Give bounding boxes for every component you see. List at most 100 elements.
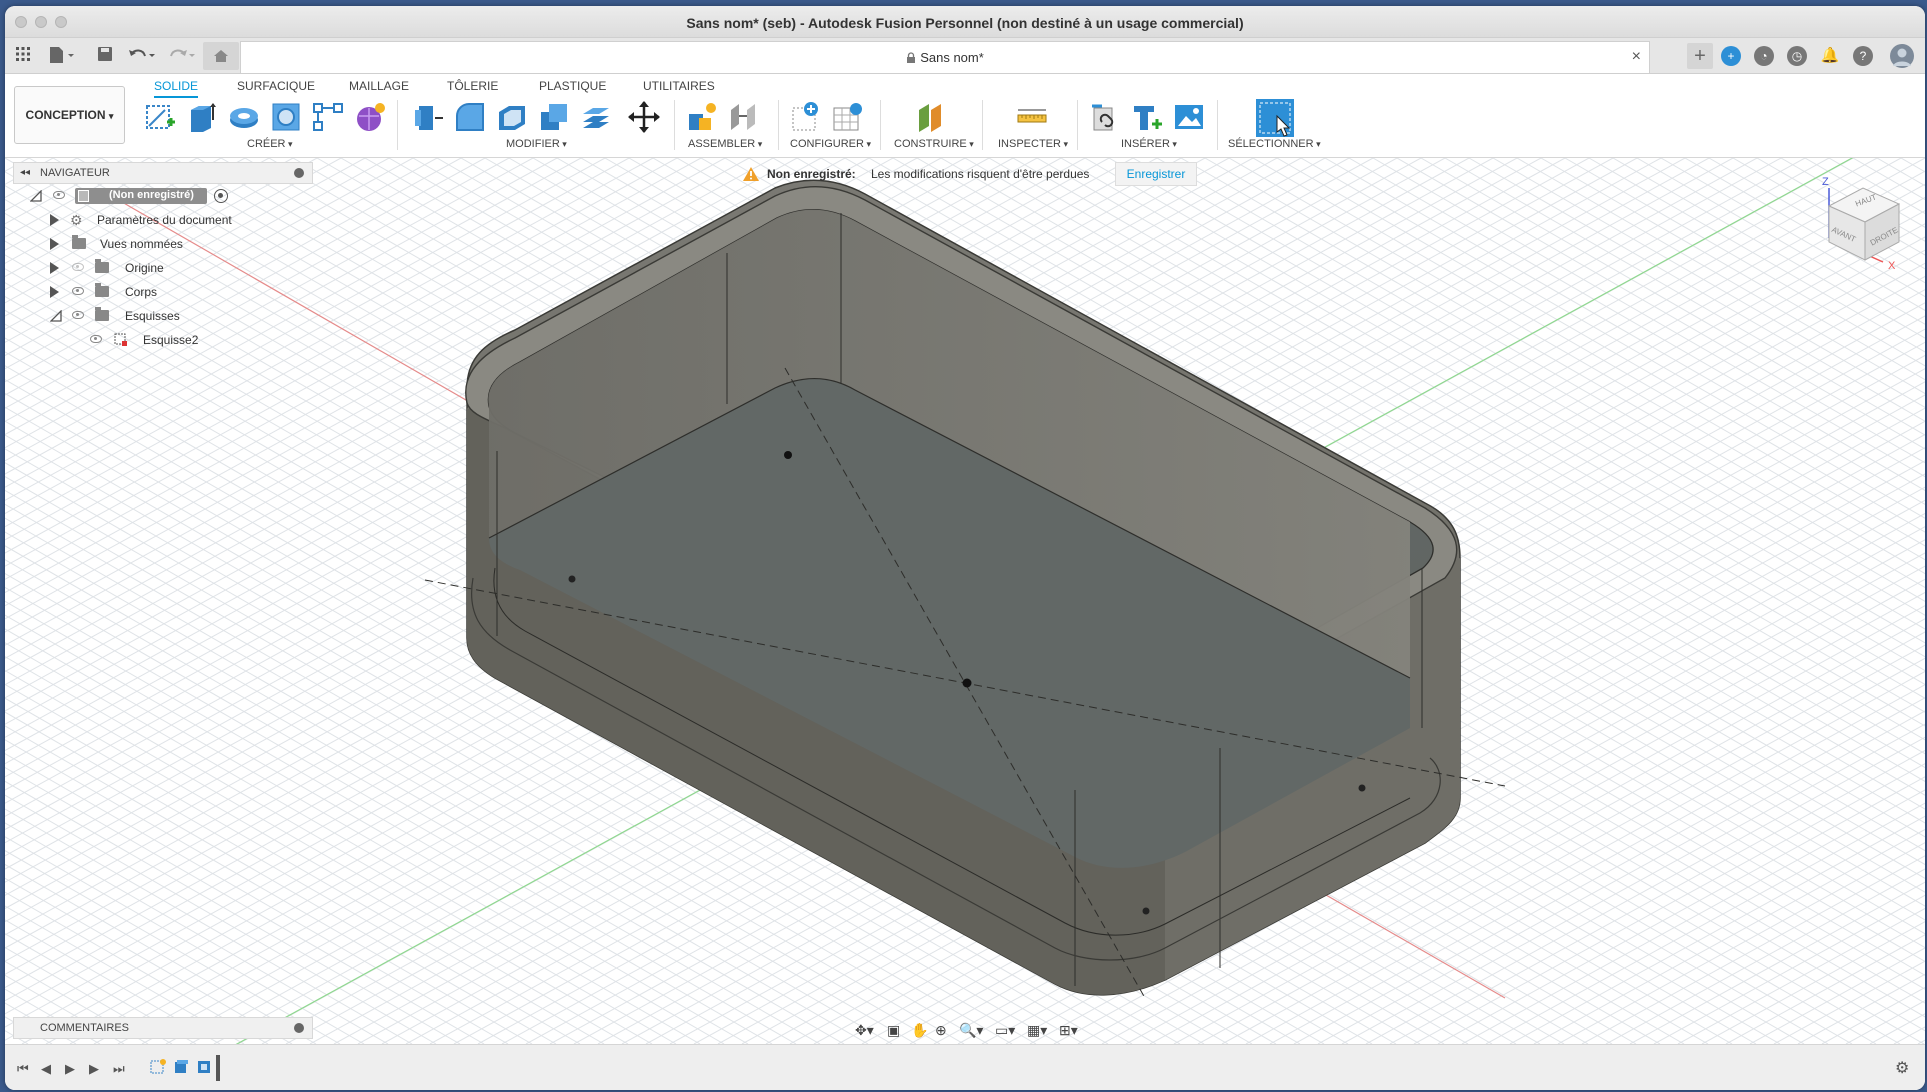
navigator-header[interactable]: ◂◂ NAVIGATEUR: [13, 162, 313, 184]
save-icon[interactable]: [95, 46, 115, 66]
group-construire[interactable]: CONSTRUIRE: [894, 138, 974, 150]
tree-item-document-settings[interactable]: ⚙ Paramètres du document: [13, 208, 313, 232]
collapse-icon[interactable]: [49, 309, 62, 322]
box-body[interactable]: [424, 179, 1506, 999]
group-inspecter[interactable]: INSPECTER: [998, 138, 1068, 150]
insert-derive-icon[interactable]: [1088, 100, 1122, 134]
timeline-shell-icon[interactable]: [196, 1059, 212, 1075]
display-settings-icon[interactable]: ▭▾: [995, 1022, 1015, 1039]
activate-component-icon[interactable]: [214, 189, 228, 203]
tree-item-bodies[interactable]: Corps: [13, 280, 313, 304]
document-tab[interactable]: Sans nom* ×: [240, 41, 1650, 73]
help-icon[interactable]: ?: [1853, 46, 1873, 66]
visibility-icon[interactable]: [72, 311, 84, 319]
redo-icon[interactable]: [165, 46, 199, 66]
tree-item-sketch2[interactable]: Esquisse2: [13, 328, 313, 352]
tab-tolerie[interactable]: TÔLERIE: [447, 79, 498, 93]
group-configurer[interactable]: CONFIGURER: [790, 138, 871, 150]
save-now-button[interactable]: Enregistrer: [1115, 162, 1197, 186]
new-component-icon[interactable]: [685, 100, 719, 134]
tab-surfacique[interactable]: SURFACIQUE: [237, 79, 315, 93]
expand-icon[interactable]: [50, 214, 59, 226]
insert-canvas-icon[interactable]: [1172, 100, 1206, 134]
group-modifier[interactable]: MODIFIER: [506, 138, 567, 150]
step-forward-icon[interactable]: ▶: [89, 1061, 99, 1077]
create-form-icon[interactable]: [353, 100, 387, 134]
tree-item-named-views[interactable]: Vues nommées: [13, 232, 313, 256]
joint-icon[interactable]: [727, 100, 761, 134]
expand-icon[interactable]: [50, 238, 59, 250]
group-inserer[interactable]: INSÉRER: [1121, 138, 1177, 150]
measure-icon[interactable]: [1015, 100, 1049, 134]
timeline-sketch-icon[interactable]: [150, 1059, 166, 1075]
file-menu-icon[interactable]: [47, 46, 77, 66]
look-at-icon[interactable]: ▣: [887, 1022, 900, 1039]
shell-icon[interactable]: [495, 100, 529, 134]
app-grid-icon[interactable]: [13, 46, 33, 66]
expand-icon[interactable]: [50, 286, 59, 298]
collapse-navigator-icon[interactable]: ◂◂: [20, 163, 30, 183]
tab-solide[interactable]: SOLIDE: [154, 79, 199, 98]
zoom-icon[interactable]: ⊕: [935, 1022, 947, 1039]
configure-icon[interactable]: [789, 100, 823, 134]
tree-item-sketches[interactable]: Esquisses: [13, 304, 313, 328]
home-icon[interactable]: [203, 42, 239, 70]
play-icon[interactable]: ▶: [65, 1061, 75, 1077]
tab-plastique[interactable]: PLASTIQUE: [539, 79, 606, 93]
offset-plane-icon[interactable]: [915, 100, 949, 134]
select-icon[interactable]: [1255, 98, 1295, 138]
canvas-viewport[interactable]: ◂◂ NAVIGATEUR (Non enregistré) ⚙ Paramèt…: [5, 158, 1925, 1044]
hidden-eye-icon[interactable]: [72, 263, 84, 271]
expand-icon[interactable]: [50, 262, 59, 274]
group-creer[interactable]: CRÉER: [247, 138, 293, 150]
notification-bell-icon[interactable]: 🔔: [1820, 46, 1840, 66]
timeline-settings-gear-icon[interactable]: ⚙: [1895, 1058, 1909, 1078]
tree-item-origin[interactable]: Origine: [13, 256, 313, 280]
configuration-table-icon[interactable]: [831, 100, 865, 134]
step-back-icon[interactable]: ◀: [41, 1061, 51, 1077]
extrude-icon[interactable]: [185, 100, 219, 134]
visibility-root-icon[interactable]: [53, 191, 65, 199]
tab-utilitaires[interactable]: UTILITAIRES: [643, 79, 715, 93]
user-avatar-icon[interactable]: [1890, 44, 1914, 68]
navigator-pin-icon[interactable]: [294, 168, 304, 178]
orbit-icon[interactable]: ✥▾: [855, 1022, 874, 1039]
extensions-icon[interactable]: +: [1721, 46, 1741, 66]
add-comment-icon[interactable]: [294, 1023, 304, 1033]
job-status-icon[interactable]: ◔: [1754, 46, 1774, 66]
pattern-icon[interactable]: [311, 100, 345, 134]
undo-icon[interactable]: [125, 46, 159, 66]
combine-icon[interactable]: [537, 100, 571, 134]
view-cube[interactable]: HAUT AVANT DROITE Z X: [1805, 176, 1905, 276]
revolve-icon[interactable]: [227, 100, 261, 134]
fillet-icon[interactable]: [453, 100, 487, 134]
history-icon[interactable]: ◷: [1787, 46, 1807, 66]
group-assembler[interactable]: ASSEMBLER: [688, 138, 762, 150]
hole-icon[interactable]: [269, 100, 303, 134]
go-to-start-icon[interactable]: ⏮: [17, 1061, 29, 1077]
group-selectionner[interactable]: SÉLECTIONNER: [1228, 138, 1321, 150]
timeline-extrude-icon[interactable]: [173, 1059, 189, 1075]
toolbar-ribbon: CONCEPTION ▾ SOLIDE SURFACIQUE MAILLAGE …: [5, 74, 1925, 158]
offset-face-icon[interactable]: [579, 100, 613, 134]
viewports-icon[interactable]: ⊞▾: [1059, 1022, 1078, 1039]
go-to-end-icon[interactable]: ⏭: [113, 1061, 125, 1077]
tab-maillage[interactable]: MAILLAGE: [349, 79, 409, 93]
move-copy-icon[interactable]: [627, 100, 661, 134]
tree-root[interactable]: (Non enregistré): [13, 184, 313, 208]
new-tab-icon[interactable]: +: [1687, 43, 1713, 69]
visibility-icon[interactable]: [72, 287, 84, 295]
comments-panel[interactable]: COMMENTAIRES: [13, 1017, 313, 1039]
visibility-icon[interactable]: [90, 335, 102, 343]
timeline-marker[interactable]: [216, 1055, 220, 1081]
pan-icon[interactable]: ✋: [911, 1022, 928, 1039]
close-tab-icon[interactable]: ×: [1632, 48, 1641, 66]
collapse-root-icon[interactable]: [29, 189, 42, 202]
fit-icon[interactable]: 🔍▾: [959, 1022, 983, 1039]
grid-settings-icon[interactable]: ▦▾: [1027, 1022, 1047, 1039]
create-sketch-icon[interactable]: [143, 100, 177, 134]
press-pull-icon[interactable]: [411, 100, 445, 134]
insert-mcmaster-icon[interactable]: [1130, 100, 1164, 134]
workspace-switcher[interactable]: CONCEPTION ▾: [14, 86, 125, 144]
title-bar: Sans nom* (seb) - Autodesk Fusion Person…: [5, 6, 1925, 38]
